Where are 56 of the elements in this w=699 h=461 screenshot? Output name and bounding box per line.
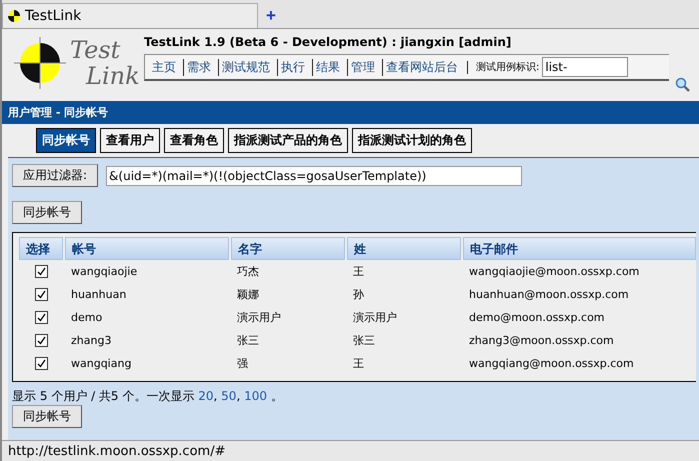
new-tab-button[interactable]: + <box>258 6 284 26</box>
table-cell-text: 张三 <box>236 333 260 349</box>
table-cell-text: huanhuan <box>70 287 128 303</box>
summary-text: 显示 5 个用户 / 共5 个。一次显示 <box>12 389 196 403</box>
menu-link[interactable]: 管理 <box>347 58 378 76</box>
menu-link[interactable]: 测试规范 <box>218 58 273 76</box>
table-cell-text: 巧杰 <box>236 264 260 280</box>
summary-end: 。 <box>270 389 283 403</box>
search-field[interactable]: list- <box>542 57 628 77</box>
logo-text: Test Link <box>70 37 140 89</box>
column-header[interactable]: 选择 <box>19 237 63 260</box>
status-bar-url: http://testlink.moon.ossxp.com/# <box>2 440 699 461</box>
tab[interactable]: 同步帐号 <box>36 128 96 153</box>
menu-link[interactable]: 查看网站后台 <box>382 58 461 76</box>
filter-field[interactable]: &(uid=*)(mail=*)(!(objectClass=gosaUserTemplate)) <box>106 166 522 186</box>
page-size-link[interactable]: 50 <box>221 389 236 403</box>
menu-link[interactable]: 主页 <box>149 58 179 76</box>
tab[interactable]: 指派测试计划的角色 <box>352 128 472 153</box>
sync-button[interactable]: 同步帐号 <box>12 405 82 428</box>
page-size-link[interactable]: 20 <box>198 389 214 403</box>
table-cell-text: demo@moon.ossxp.com <box>468 310 606 326</box>
table-cell-text: 张三 <box>352 333 376 349</box>
table-cell-text: zhang3@moon.ossxp.com <box>468 333 615 349</box>
column-header[interactable]: 帐号 <box>65 237 229 260</box>
app-title: TestLink 1.9 (Beta 6 - Development) : jiangxin [admin] <box>144 35 512 49</box>
table-cell-text: zhang3 <box>70 333 112 349</box>
table-cell-text: 王 <box>352 264 365 280</box>
search-label: 测试用例标识: <box>476 60 540 74</box>
table-cell-text: 王 <box>352 356 365 372</box>
menu-link[interactable]: 结果 <box>312 58 343 76</box>
apply-filter-button[interactable]: 应用过滤器: <box>12 164 98 187</box>
column-header[interactable]: 姓 <box>347 237 461 260</box>
tab[interactable]: 指派测试产品的角色 <box>228 128 348 153</box>
page-size-link[interactable]: 100 <box>244 389 267 403</box>
section-title: 用户管理 - 同步帐号 <box>2 101 699 124</box>
menu-link[interactable]: 需求 <box>183 58 214 76</box>
comma-separator: , <box>214 389 218 403</box>
table-cell-text: wangqiaojie <box>70 264 138 280</box>
comma-separator: , <box>236 389 242 403</box>
column-header[interactable]: 名字 <box>231 237 345 260</box>
tab[interactable]: 查看角色 <box>164 128 224 153</box>
menu-link[interactable]: 执行 <box>277 58 308 76</box>
table-cell-text: wangqiang@moon.ossxp.com <box>468 356 635 372</box>
sync-button[interactable]: 同步帐号 <box>12 201 82 224</box>
browser-tab[interactable]: TestLink <box>2 3 258 28</box>
table-cell-text: 颖娜 <box>236 287 260 303</box>
table-cell-text: 演示用户 <box>352 310 398 326</box>
table-cell-text: demo <box>70 310 104 326</box>
tab[interactable]: 查看用户 <box>100 128 160 153</box>
table-cell-text: huanhuan@moon.ossxp.com <box>468 287 630 303</box>
table-cell-text: 孙 <box>352 287 365 303</box>
table-cell-text: wangqiaojie@moon.ossxp.com <box>468 264 640 280</box>
column-header[interactable]: 电子邮件 <box>463 237 696 260</box>
table-cell-text: 强 <box>236 356 249 372</box>
table-cell-text: wangqiang <box>70 356 132 372</box>
table-cell-text: 演示用户 <box>236 310 282 326</box>
